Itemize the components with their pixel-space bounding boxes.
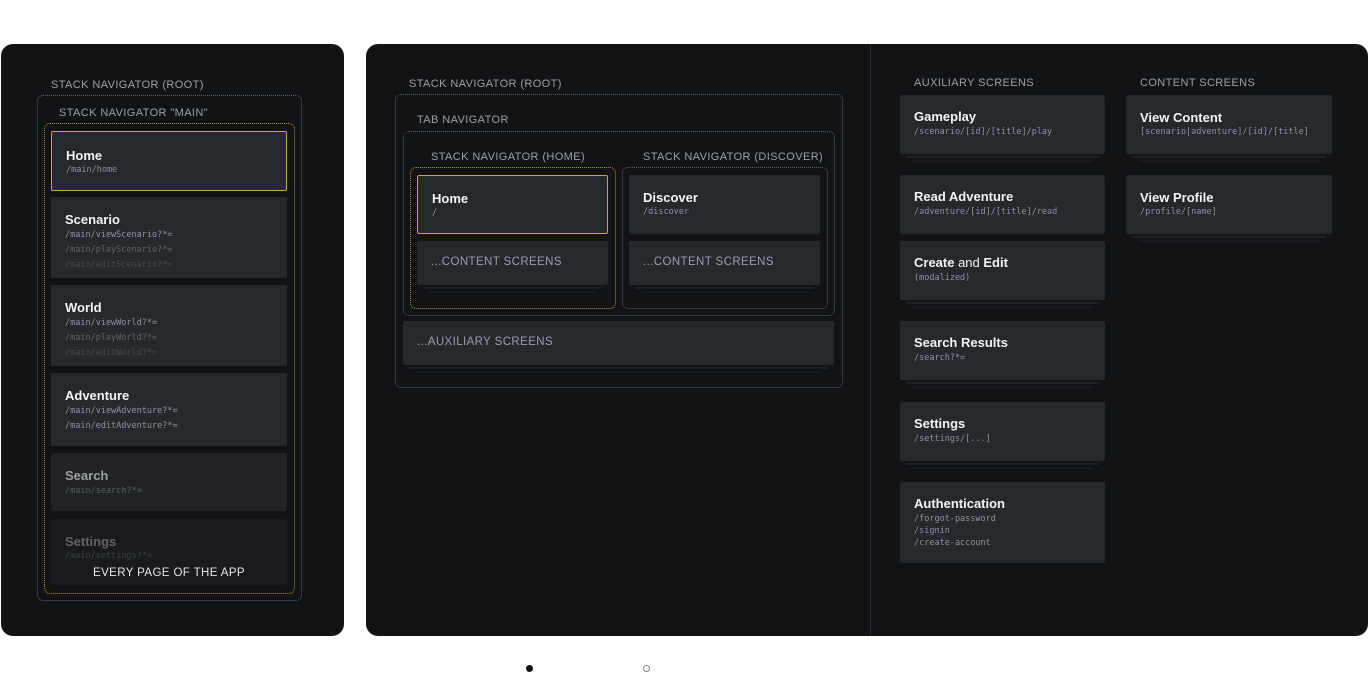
stack-shadow — [1138, 160, 1320, 162]
content-screens-label: CONTENT SCREENS — [1140, 77, 1256, 89]
main-stack-label: STACK NAVIGATOR "MAIN" — [59, 107, 209, 119]
title-create: Create — [914, 255, 955, 270]
stack-shadow — [912, 306, 1093, 308]
left-card-adventure[interactable]: Adventure /main/viewAdventure?*= /main/e… — [51, 373, 287, 446]
card-route: /settings/[...] — [914, 434, 991, 444]
card-route: /search?*= — [914, 353, 966, 363]
card-route: /scenario/[id]/[title]/play — [914, 127, 1053, 137]
stack-shadow — [409, 367, 828, 369]
aux-card-create-edit[interactable]: Create and Edit (modalized) — [900, 241, 1105, 300]
stack-shadow — [912, 467, 1093, 469]
card-route: /signin — [914, 526, 950, 536]
left-card-home[interactable]: Home /main/home — [51, 131, 287, 191]
discover-stack-label: STACK NAVIGATOR (DISCOVER) — [643, 151, 824, 163]
left-card-search[interactable]: Search /main/search?*= — [51, 453, 287, 511]
pagination-dot-active[interactable] — [526, 665, 533, 672]
panel-divider — [870, 44, 871, 636]
home-stack-label: STACK NAVIGATOR (HOME) — [431, 151, 586, 163]
stack-shadow — [1132, 156, 1326, 158]
aux-card-read-adventure[interactable]: Read Adventure /adventure/[id]/[title]/r… — [900, 175, 1105, 234]
card-route: /main/viewWorld?*= — [65, 318, 158, 328]
card-title: Search Results — [914, 335, 1008, 350]
card-route: /discover — [643, 207, 690, 217]
card-route: /profile/[name] — [1140, 207, 1217, 217]
tab-navigator-label: TAB NAVIGATOR — [417, 114, 509, 126]
stack-shadow — [635, 287, 814, 289]
card-route: /main/settings?*= — [65, 551, 152, 561]
placeholder-label: ...AUXILIARY SCREENS — [417, 336, 554, 348]
left-card-world[interactable]: World /main/viewWorld?*= /main/playWorld… — [51, 285, 287, 366]
content-card-view-content[interactable]: View Content [scenario|adventure]/[id]/[… — [1126, 95, 1332, 154]
card-route: /main/viewAdventure?*= — [65, 406, 178, 416]
left-card-scenario[interactable]: Scenario /main/viewScenario?*= /main/pla… — [51, 197, 287, 278]
stack-shadow — [906, 463, 1099, 465]
aux-card-authentication[interactable]: Authentication /forgot-password /signin … — [900, 482, 1105, 563]
stack-shadow — [906, 382, 1099, 384]
stack-shadow — [415, 371, 822, 373]
right-diagram-panel: STACK NAVIGATOR (ROOT) TAB NAVIGATOR STA… — [366, 44, 1368, 636]
every-page-label: EVERY PAGE OF THE APP — [93, 567, 245, 579]
stack-shadow — [912, 160, 1093, 162]
stack-shadow — [423, 287, 602, 289]
card-title: Discover — [643, 190, 698, 205]
card-title: Read Adventure — [914, 189, 1014, 204]
aux-card-search-results[interactable]: Search Results /search?*= — [900, 321, 1105, 380]
auxiliary-screens-label: AUXILIARY SCREENS — [914, 77, 1035, 89]
discover-content-screens[interactable]: ...CONTENT SCREENS — [629, 241, 820, 285]
card-route: /main/editWorld?*= — [65, 348, 158, 358]
card-title: Gameplay — [914, 109, 977, 124]
root-stack-label: STACK NAVIGATOR (ROOT) — [409, 78, 562, 90]
stack-shadow — [429, 291, 596, 293]
auxiliary-screens-placeholder[interactable]: ...AUXILIARY SCREENS — [403, 321, 834, 365]
stack-shadow — [906, 302, 1099, 304]
card-route: /main/viewScenario?*= — [65, 230, 173, 240]
stack-shadow — [641, 291, 808, 293]
aux-card-settings[interactable]: Settings /settings/[...] — [900, 402, 1105, 461]
card-title: World — [65, 300, 102, 315]
discover-tab-card[interactable]: Discover /discover — [629, 175, 820, 234]
stack-shadow — [1138, 240, 1320, 242]
root-stack-label: STACK NAVIGATOR (ROOT) — [51, 79, 204, 91]
title-and: and — [954, 255, 984, 270]
title-edit: Edit — [983, 255, 1008, 270]
card-title: Settings — [65, 534, 117, 549]
home-tab-card[interactable]: Home / — [417, 175, 608, 234]
card-title: Create and Edit — [914, 255, 1008, 270]
card-route: /main/editAdventure?*= — [65, 421, 178, 431]
card-title: View Profile — [1140, 190, 1214, 205]
placeholder-label: ...CONTENT SCREENS — [431, 256, 562, 268]
stack-shadow — [1132, 236, 1326, 238]
card-route: /main/home — [66, 165, 118, 175]
card-title: Scenario — [65, 212, 120, 227]
home-content-screens[interactable]: ...CONTENT SCREENS — [417, 241, 608, 285]
card-route: /adventure/[id]/[title]/read — [914, 207, 1058, 217]
pagination-dot-inactive[interactable] — [643, 665, 650, 672]
aux-card-gameplay[interactable]: Gameplay /scenario/[id]/[title]/play — [900, 95, 1105, 154]
card-title: Search — [65, 468, 109, 483]
card-title: Home — [432, 191, 469, 206]
stack-shadow — [912, 386, 1093, 388]
card-route: /main/playScenario?*= — [65, 245, 173, 255]
card-route: / — [432, 208, 438, 218]
card-route: /forgot-password — [914, 514, 996, 524]
content-card-view-profile[interactable]: View Profile /profile/[name] — [1126, 175, 1332, 234]
card-route: /main/editScenario?*= — [65, 260, 173, 270]
card-route: /main/playWorld?*= — [65, 333, 158, 343]
card-title: View Content — [1140, 110, 1223, 125]
stack-shadow — [906, 156, 1099, 158]
card-title: Adventure — [65, 388, 130, 403]
card-title: Home — [66, 148, 103, 163]
card-route: /main/search?*= — [65, 486, 142, 496]
card-title: Authentication — [914, 496, 1005, 511]
card-title: Settings — [914, 416, 966, 431]
card-route: /create-account — [914, 538, 991, 548]
left-diagram-panel: STACK NAVIGATOR (ROOT) STACK NAVIGATOR "… — [1, 44, 344, 636]
placeholder-label: ...CONTENT SCREENS — [643, 256, 774, 268]
card-route: (modalized) — [914, 273, 971, 283]
card-route: [scenario|adventure]/[id]/[title] — [1140, 127, 1309, 137]
